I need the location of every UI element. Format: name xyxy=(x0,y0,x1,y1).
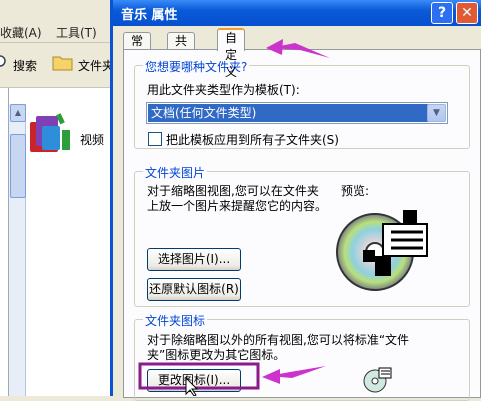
annotation-overlay xyxy=(138,39,330,396)
highlight-box xyxy=(138,362,260,390)
tab-customize[interactable]: 自定义 xyxy=(217,28,246,79)
arrow-head-tab xyxy=(266,39,283,55)
mouse-cursor-icon xyxy=(185,376,199,396)
arrow-head-button xyxy=(262,369,280,384)
